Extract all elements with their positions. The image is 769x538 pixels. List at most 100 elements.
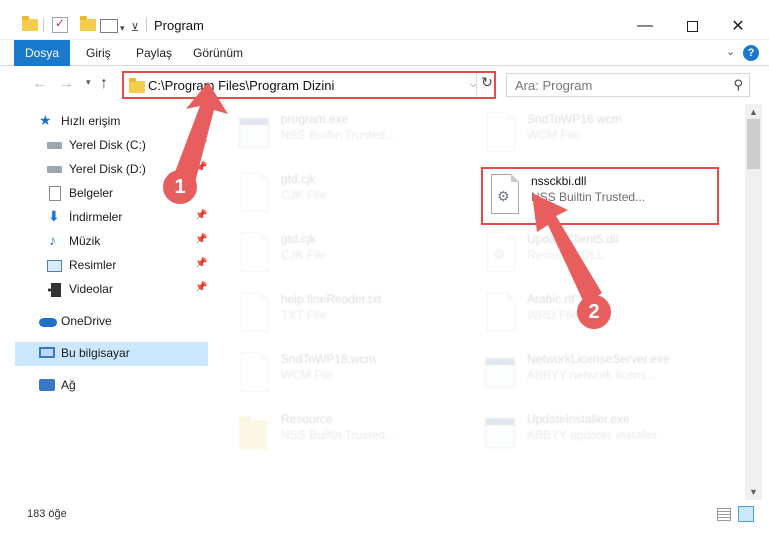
sidebar-item-videos[interactable]: Videolar 📌 <box>15 278 208 302</box>
file-item[interactable]: UpdateInstaller.exe ABBYY updates instal… <box>479 408 709 460</box>
sidebar-item-label: Yerel Disk (C:) <box>69 138 146 152</box>
sidebar-item-label: OneDrive <box>61 314 112 328</box>
folder-icon <box>237 412 271 456</box>
folder-item[interactable]: Resource NSS Builtin Trusted... <box>233 408 463 460</box>
pin-icon[interactable]: 📌 <box>195 258 207 269</box>
folder-icon <box>129 78 145 93</box>
sidebar-item-label: Belgeler <box>69 186 114 200</box>
window-title: Program <box>154 18 204 33</box>
file-item[interactable]: gtd.cjk CJK File <box>233 228 463 280</box>
file-item[interactable]: SndToWP18.wcm WCM File <box>233 348 463 400</box>
network-icon <box>39 379 55 391</box>
file-type: TXT File <box>281 308 327 322</box>
vertical-scrollbar[interactable]: ▲ ▼ <box>745 104 762 500</box>
status-bar: 183 öğe <box>0 500 769 538</box>
help-icon[interactable]: ? <box>743 45 759 61</box>
file-item[interactable]: help.fineReader.txt TXT File <box>233 288 463 340</box>
file-name: program.exe <box>281 112 349 126</box>
search-input[interactable]: Ara: Program ⚲ <box>506 73 750 97</box>
tab-paylas[interactable]: Paylaş <box>136 40 172 66</box>
sidebar-item-pictures[interactable]: Resimler 📌 <box>15 254 208 278</box>
sidebar-item-downloads[interactable]: ⬇ İndirmeler 📌 <box>15 206 208 230</box>
address-bar[interactable]: C:\Program Files\Program Dizini ⌵ ↻ <box>122 71 496 99</box>
back-arrow-icon[interactable]: ← <box>32 75 48 93</box>
sidebar-item-label: Müzik <box>69 234 101 248</box>
details-view-icon[interactable] <box>717 508 731 521</box>
dll-gear-icon: ⚙ <box>483 232 517 276</box>
file-icon <box>237 352 271 396</box>
pin-icon[interactable]: 📌 <box>195 138 207 149</box>
address-path[interactable]: C:\Program Files\Program Dizini <box>148 78 334 93</box>
separator <box>43 18 44 32</box>
sidebar-item-onedrive[interactable]: OneDrive <box>15 310 208 334</box>
properties-check-icon[interactable]: ✓ <box>52 16 68 33</box>
pin-icon[interactable]: 📌 <box>195 282 207 293</box>
sidebar-item-local-disk-c[interactable]: Yerel Disk (C:) 📌 <box>15 134 208 158</box>
file-type: CJK File <box>281 248 327 262</box>
file-item[interactable]: gtd.cjk CJK File <box>233 168 463 220</box>
pin-icon[interactable]: 📌 <box>195 234 207 245</box>
large-icons-view-icon[interactable] <box>738 506 754 522</box>
executable-icon <box>483 352 517 396</box>
file-name: NetworkLicenseServer.exe <box>527 352 670 366</box>
download-icon: ⬇ <box>48 208 60 224</box>
scroll-down-icon[interactable]: ▼ <box>749 487 758 497</box>
file-type: WCM File <box>527 128 580 142</box>
title-bar: ✓ ▾ ⊻ Program — ✕ <box>0 0 769 40</box>
close-button[interactable]: ✕ <box>715 12 761 40</box>
scroll-thumb[interactable] <box>747 119 760 169</box>
file-item[interactable]: program.exe NSS Builtin Trusted... <box>233 108 463 160</box>
search-placeholder: Ara: Program <box>515 78 593 93</box>
customize-toolbar-icon[interactable]: ⊻ <box>131 17 139 37</box>
expand-ribbon-icon[interactable]: ⌄ <box>726 45 735 58</box>
tab-gorunum[interactable]: Görünüm <box>193 40 243 66</box>
sidebar-item-label: Hızlı erişim <box>61 114 121 128</box>
forward-arrow-icon[interactable]: → <box>58 75 74 93</box>
callout-2: 2 <box>577 295 611 329</box>
sidebar-item-quick-access[interactable]: ★ Hızlı erişim <box>15 110 208 134</box>
sidebar-item-this-pc[interactable]: Bu bilgisayar <box>15 342 208 366</box>
navigation-bar: ← → ▾ ↑ C:\Program Files\Program Dizini … <box>0 67 769 103</box>
scroll-up-icon[interactable]: ▲ <box>749 107 758 117</box>
chevron-down-icon[interactable]: ▾ <box>120 18 125 38</box>
file-type: ABBYY network licens... <box>527 368 657 382</box>
file-icon <box>483 112 517 156</box>
file-item[interactable]: ⚙ UpdateClient5.dll Resource DLL <box>479 228 709 280</box>
file-type: WRD File <box>527 308 579 322</box>
sidebar-item-label: Videolar <box>69 282 113 296</box>
quick-access-properties-icon[interactable] <box>100 19 118 33</box>
minimize-button[interactable]: — <box>622 12 668 40</box>
file-type: WCM File <box>281 368 334 382</box>
file-item[interactable]: NetworkLicenseServer.exe ABBYY network l… <box>479 348 709 400</box>
sidebar-item-network[interactable]: Ağ <box>15 374 208 398</box>
file-name: help.fineReader.txt <box>281 292 382 306</box>
file-name: SndToWP16.wcm <box>527 112 622 126</box>
file-icon <box>237 232 271 276</box>
search-icon[interactable]: ⚲ <box>733 77 743 93</box>
file-name: UpdateClient5.dll <box>527 232 619 246</box>
file-name: SndToWP18.wcm <box>281 352 376 366</box>
new-folder-icon[interactable] <box>80 15 96 35</box>
file-type: NSS Builtin Trusted... <box>281 128 396 142</box>
sidebar-item-label: Bu bilgisayar <box>61 346 130 360</box>
maximize-button[interactable] <box>669 12 715 40</box>
pin-icon[interactable]: 📌 <box>195 162 207 173</box>
file-name: gtd.cjk <box>281 232 316 246</box>
separator <box>146 18 147 32</box>
file-icon <box>483 292 517 336</box>
file-type: ABBYY updates installer <box>527 428 658 442</box>
drive-icon <box>47 142 62 149</box>
file-type: Resource DLL <box>527 248 604 262</box>
sidebar-item-label: Yerel Disk (D:) <box>69 162 146 176</box>
file-icon <box>237 172 271 216</box>
pin-icon[interactable]: 📌 <box>195 210 207 221</box>
recent-locations-icon[interactable]: ▾ <box>86 77 91 88</box>
tab-dosya[interactable]: Dosya <box>14 40 70 66</box>
refresh-icon[interactable]: ↻ <box>479 74 495 94</box>
pictures-icon <box>47 260 62 272</box>
sidebar-item-music[interactable]: ♪ Müzik 📌 <box>15 230 208 254</box>
tab-giris[interactable]: Giriş <box>86 40 111 66</box>
file-item[interactable]: SndToWP16.wcm WCM File <box>479 108 709 160</box>
folder-icon[interactable] <box>22 15 38 35</box>
up-arrow-icon[interactable]: ↑ <box>100 75 108 93</box>
